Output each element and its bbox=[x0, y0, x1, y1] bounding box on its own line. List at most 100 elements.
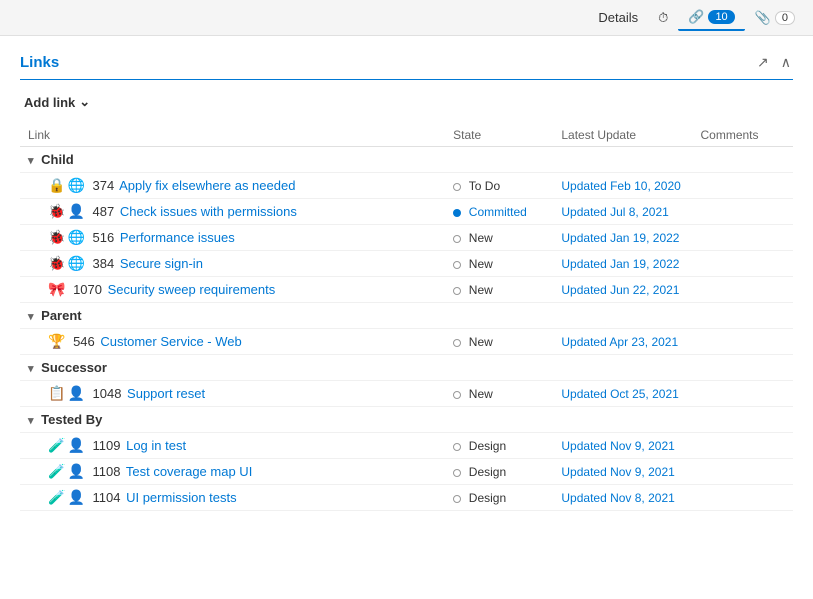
item-type-icon: 👤 bbox=[67, 464, 84, 478]
table-row: 🐞👤 487 Check issues with permissions Com… bbox=[20, 199, 793, 225]
item-title-link[interactable]: Secure sign-in bbox=[120, 256, 203, 271]
item-id: 1104 bbox=[93, 490, 121, 505]
group-label: Child bbox=[41, 152, 74, 167]
table-row: 🔒🌐 374 Apply fix elsewhere as needed To … bbox=[20, 173, 793, 199]
item-id: 1048 bbox=[93, 386, 122, 401]
attachments-count-badge: 0 bbox=[775, 11, 795, 25]
add-link-chevron: ⌄ bbox=[79, 94, 90, 110]
add-link-row: Add link ⌄ bbox=[20, 92, 793, 112]
state-dot bbox=[453, 391, 461, 399]
item-title-link[interactable]: Customer Service - Web bbox=[100, 334, 241, 349]
history-button[interactable]: ⏱ bbox=[648, 6, 678, 30]
links-count-badge: 10 bbox=[708, 10, 734, 24]
item-id: 546 bbox=[73, 334, 95, 349]
links-section-title: Links bbox=[20, 54, 59, 71]
item-title-link[interactable]: Check issues with permissions bbox=[120, 204, 297, 219]
item-title-link[interactable]: Support reset bbox=[127, 386, 205, 401]
group-label: Parent bbox=[41, 308, 81, 323]
item-type-icon: 🐞 bbox=[48, 256, 65, 270]
state-label: Committed bbox=[469, 205, 527, 219]
item-type-icon: 🔒 bbox=[48, 178, 65, 192]
state-dot bbox=[453, 209, 461, 217]
state-label: New bbox=[469, 231, 493, 245]
links-button[interactable]: 🔗 10 bbox=[678, 5, 744, 31]
group-row-group-parent[interactable]: ▾ Parent bbox=[20, 303, 793, 329]
col-header-update: Latest Update bbox=[553, 124, 692, 147]
table-row: 🧪👤 1108 Test coverage map UI Design Upda… bbox=[20, 459, 793, 485]
group-label: Tested By bbox=[41, 412, 102, 427]
table-row: 🐞🌐 384 Secure sign-in New Updated Jan 19… bbox=[20, 251, 793, 277]
add-link-button[interactable]: Add link ⌄ bbox=[20, 92, 94, 112]
item-title-link[interactable]: UI permission tests bbox=[126, 490, 237, 505]
state-dot bbox=[453, 443, 461, 451]
col-header-comments: Comments bbox=[693, 124, 794, 147]
add-link-label: Add link bbox=[24, 95, 75, 110]
attachments-button[interactable]: 📎 0 bbox=[745, 6, 805, 30]
update-text: Updated Feb 10, 2020 bbox=[561, 179, 680, 193]
table-row: 🏆 546 Customer Service - Web New Updated… bbox=[20, 329, 793, 355]
table-row: 📋👤 1048 Support reset New Updated Oct 25… bbox=[20, 381, 793, 407]
item-icons: 🎀 bbox=[48, 282, 65, 296]
group-row-group-tested-by[interactable]: ▾ Tested By bbox=[20, 407, 793, 433]
item-type-icon: 👤 bbox=[67, 438, 84, 452]
header-actions: ↗ ∧ bbox=[755, 52, 793, 73]
item-type-icon: 🐞 bbox=[48, 204, 65, 218]
attachments-icon: 📎 bbox=[755, 10, 771, 26]
item-type-icon: 🎀 bbox=[48, 282, 65, 296]
update-text: Updated Oct 25, 2021 bbox=[561, 387, 678, 401]
state-dot bbox=[453, 469, 461, 477]
state-label: To Do bbox=[469, 179, 500, 193]
table-row: 🧪👤 1109 Log in test Design Updated Nov 9… bbox=[20, 433, 793, 459]
item-id: 487 bbox=[93, 204, 115, 219]
state-dot bbox=[453, 287, 461, 295]
group-label: Successor bbox=[41, 360, 107, 375]
group-chevron: ▾ bbox=[28, 310, 34, 323]
main-content: Links ↗ ∧ Add link ⌄ Link State Latest U… bbox=[0, 36, 813, 527]
item-type-icon: 🧪 bbox=[48, 438, 65, 452]
details-button[interactable]: Details bbox=[588, 6, 648, 29]
expand-button[interactable]: ↗ bbox=[755, 52, 771, 73]
state-label: Design bbox=[469, 439, 506, 453]
item-type-icon: 🐞 bbox=[48, 230, 65, 244]
item-title-link[interactable]: Apply fix elsewhere as needed bbox=[119, 178, 295, 193]
top-toolbar: Details ⏱ 🔗 10 📎 0 bbox=[0, 0, 813, 36]
item-type-icon: 🌐 bbox=[67, 178, 84, 192]
item-icons: 🔒🌐 bbox=[48, 178, 85, 192]
table-row: 🐞🌐 516 Performance issues New Updated Ja… bbox=[20, 225, 793, 251]
update-text: Updated Jan 19, 2022 bbox=[561, 257, 679, 271]
item-type-icon: 👤 bbox=[67, 386, 84, 400]
item-type-icon: 👤 bbox=[67, 204, 84, 218]
item-type-icon: 🏆 bbox=[48, 334, 65, 348]
item-title-link[interactable]: Test coverage map UI bbox=[126, 464, 252, 479]
collapse-button[interactable]: ∧ bbox=[779, 52, 793, 73]
links-table: Link State Latest Update Comments ▾ Chil… bbox=[20, 124, 793, 511]
item-id: 516 bbox=[93, 230, 115, 245]
update-text: Updated Nov 8, 2021 bbox=[561, 491, 674, 505]
group-chevron: ▾ bbox=[28, 362, 34, 375]
item-id: 1108 bbox=[93, 464, 121, 479]
update-text: Updated Apr 23, 2021 bbox=[561, 335, 678, 349]
links-header: Links ↗ ∧ bbox=[20, 52, 793, 80]
update-text: Updated Jun 22, 2021 bbox=[561, 283, 679, 297]
item-type-icon: 👤 bbox=[67, 490, 84, 504]
group-row-group-successor[interactable]: ▾ Successor bbox=[20, 355, 793, 381]
state-dot bbox=[453, 235, 461, 243]
state-label: New bbox=[469, 257, 493, 271]
group-chevron: ▾ bbox=[28, 414, 34, 427]
item-type-icon: 🌐 bbox=[67, 230, 84, 244]
item-title-link[interactable]: Security sweep requirements bbox=[108, 282, 276, 297]
item-type-icon: 🧪 bbox=[48, 464, 65, 478]
item-title-link[interactable]: Performance issues bbox=[120, 230, 235, 245]
state-dot bbox=[453, 495, 461, 503]
state-label: Design bbox=[469, 465, 506, 479]
item-icons: 🏆 bbox=[48, 334, 65, 348]
item-icons: 🧪👤 bbox=[48, 464, 85, 478]
table-row: 🧪👤 1104 UI permission tests Design Updat… bbox=[20, 485, 793, 511]
item-title-link[interactable]: Log in test bbox=[126, 438, 186, 453]
item-type-icon: 🧪 bbox=[48, 490, 65, 504]
links-icon: 🔗 bbox=[688, 9, 704, 25]
group-row-group-child[interactable]: ▾ Child bbox=[20, 147, 793, 173]
item-icons: 🐞🌐 bbox=[48, 256, 85, 270]
item-id: 1109 bbox=[93, 438, 121, 453]
update-text: Updated Nov 9, 2021 bbox=[561, 439, 674, 453]
